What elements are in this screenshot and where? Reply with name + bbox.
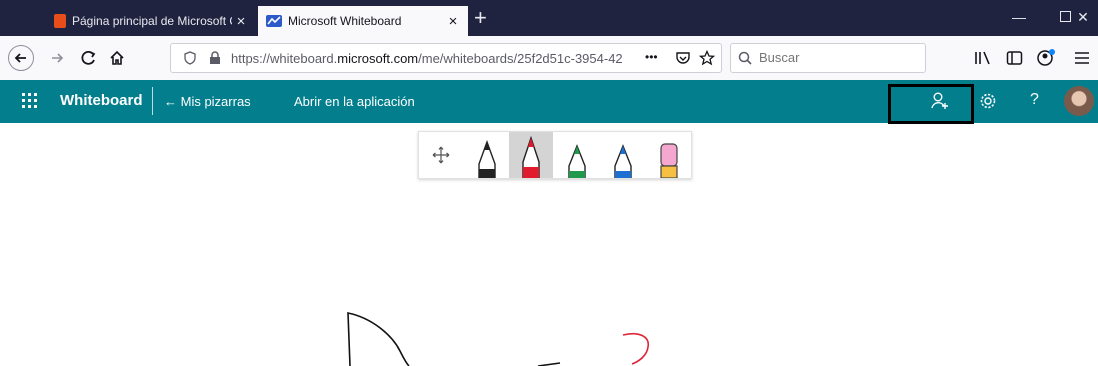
forward-arrow-icon [52,53,64,63]
library-icon[interactable] [974,50,992,66]
new-tab-button[interactable]: + [474,5,487,31]
shield-icon [184,51,196,65]
whiteboard-icon [266,15,282,27]
tab-whiteboard[interactable]: Microsoft Whiteboard × [258,6,468,36]
forward-button[interactable] [44,45,70,71]
search-input[interactable] [757,49,921,66]
office-icon [54,14,66,28]
account-icon[interactable] [1036,48,1056,66]
url-bar[interactable]: https://whiteboard.microsoft.com/me/whit… [170,43,722,73]
tab-close-icon[interactable]: × [444,13,462,30]
black-ink-stroke [347,312,410,366]
reload-button[interactable] [76,45,102,71]
whiteboard-canvas[interactable] [0,123,1098,366]
url-text[interactable]: https://whiteboard.microsoft.com/me/whit… [231,51,631,66]
tab-strip: Página principal de Microsoft Office × M… [0,0,1098,36]
lock-icon [210,51,220,64]
home-icon [110,50,124,65]
bookmark-star-icon[interactable] [699,50,715,66]
tab-close-icon[interactable]: × [232,13,250,30]
menu-icon[interactable] [1074,51,1090,65]
minimize-button[interactable]: — [996,6,1042,28]
close-window-button[interactable]: ✕ [1060,6,1098,28]
tab-label: Microsoft Whiteboard [288,14,402,28]
highlight-frame [888,84,974,124]
avatar[interactable] [1064,86,1094,116]
reload-icon [81,50,96,65]
app-title[interactable]: Whiteboard [60,92,143,109]
app-launcher-icon[interactable] [22,93,38,109]
home-button[interactable] [104,45,130,71]
search-field[interactable] [730,43,926,73]
divider [152,87,153,115]
tab-office[interactable]: Página principal de Microsoft Office × [44,6,256,36]
my-boards-link[interactable]: ← Mis pizarras [164,94,251,109]
page-actions-button[interactable]: ••• [645,50,658,64]
back-button[interactable] [8,45,34,71]
help-button[interactable]: ? [1030,91,1039,109]
tab-label: Página principal de Microsoft Office [72,14,232,28]
sidebar-icon[interactable] [1006,50,1024,66]
settings-gear-icon[interactable] [979,92,997,110]
pocket-icon[interactable] [675,50,691,66]
open-in-app-link[interactable]: Abrir en la aplicación [294,94,415,109]
search-icon [738,51,752,65]
navigation-bar: https://whiteboard.microsoft.com/me/whit… [0,36,1098,81]
red-ink-stroke [622,332,649,365]
back-arrow-icon [14,53,26,63]
